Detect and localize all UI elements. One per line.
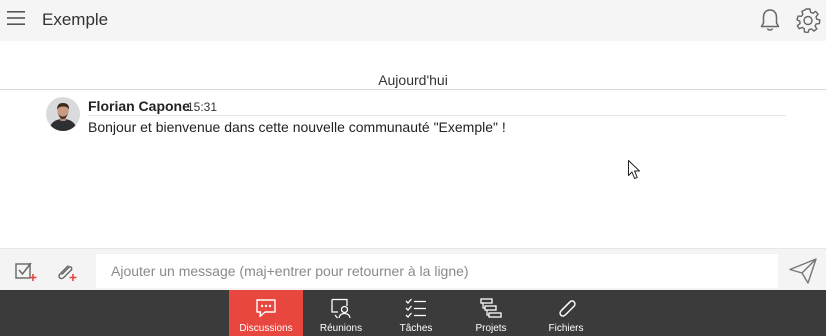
bell-icon[interactable] — [758, 7, 782, 33]
page-title: Exemple — [42, 10, 109, 29]
attach-plus-icon[interactable] — [54, 260, 78, 282]
tab-label: Discussions — [239, 323, 293, 334]
menu-icon[interactable] — [6, 9, 26, 27]
tab-reunions[interactable]: Réunions — [304, 290, 378, 336]
mouse-cursor-icon — [628, 160, 640, 179]
date-divider — [0, 89, 826, 90]
tab-label: Tâches — [399, 323, 433, 334]
tab-discussions[interactable]: Discussions — [229, 290, 303, 336]
tab-label: Fichiers — [548, 323, 584, 334]
gantt-icon — [480, 298, 502, 318]
message-text: Bonjour et bienvenue dans cette nouvelle… — [88, 119, 506, 135]
tab-projets[interactable]: Projets — [454, 290, 528, 336]
send-icon[interactable] — [788, 257, 818, 285]
task-check-icon[interactable] — [14, 260, 38, 282]
message-divider — [88, 115, 786, 116]
checklist-icon — [405, 298, 426, 318]
message-time: 15:31 — [187, 100, 218, 114]
message-composer — [0, 248, 826, 290]
chat-bubble-icon — [256, 299, 276, 318]
tab-fichiers[interactable]: Fichiers — [529, 290, 603, 336]
paperclip-icon — [559, 300, 576, 317]
date-separator: Aujourd'hui — [378, 72, 448, 88]
tab-label: Réunions — [319, 323, 363, 334]
message-author[interactable]: Florian Capone — [88, 98, 190, 114]
tab-taches[interactable]: Tâches — [379, 290, 453, 336]
bottom-nav: Discussions Réunions Tâches Projets Fich… — [0, 290, 826, 336]
meeting-icon — [331, 298, 351, 319]
app-header: Exemple — [0, 0, 826, 41]
gear-icon[interactable] — [795, 7, 821, 33]
tab-label: Projets — [475, 323, 507, 334]
avatar[interactable] — [46, 97, 80, 131]
message-input[interactable] — [96, 254, 778, 288]
